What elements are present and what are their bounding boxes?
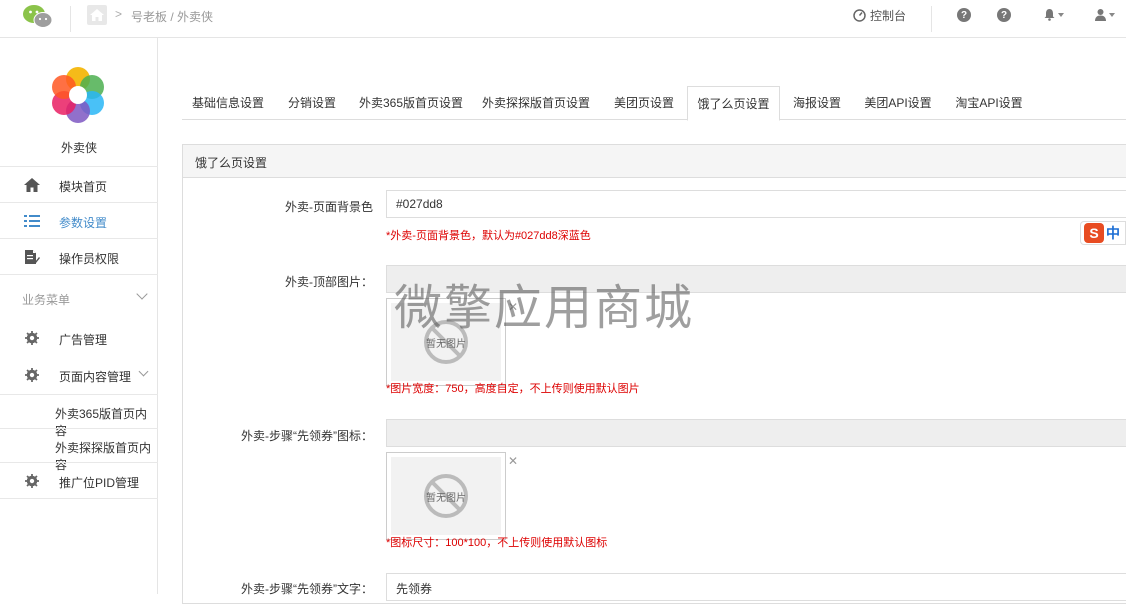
sidebar-item-label: 操作员权限	[59, 252, 120, 266]
user-icon	[1095, 9, 1106, 21]
dashboard-icon	[853, 9, 866, 22]
chevron-down-icon	[1109, 12, 1115, 17]
breadcrumb[interactable]: 号老板 / 外卖侠	[131, 8, 213, 25]
brand-name: 外卖侠	[60, 141, 97, 155]
tab-365-home[interactable]: 外卖365版首页设置	[352, 86, 470, 120]
sidebar-item-label: 推广位PID管理	[59, 476, 140, 490]
help-text: *图标尺寸：100*100，不上传则使用默认图标	[386, 537, 608, 549]
sidebar-subitem-365-content[interactable]: 外卖365版首页内容	[0, 394, 158, 438]
sidebar-item-label: 模块首页	[59, 180, 108, 194]
coupon-text-input[interactable]: 先领券	[386, 573, 1126, 601]
gear-icon	[25, 368, 39, 382]
close-icon[interactable]: ✕	[508, 454, 518, 468]
close-icon[interactable]: ✕	[508, 300, 518, 314]
panel-title: 饿了么页设置	[183, 145, 1126, 178]
sidebar-item-params[interactable]: 参数设置	[0, 202, 158, 238]
bg-color-input[interactable]: #027dd8	[386, 190, 1126, 218]
gear-icon	[25, 474, 39, 488]
field-label: 外卖-页面背景色	[285, 200, 373, 214]
notifications-dropdown[interactable]	[1043, 8, 1064, 21]
brand-logo	[52, 67, 104, 123]
settings-tabs: 基础信息设置 分销设置 外卖365版首页设置 外卖探探版首页设置 美团页设置 饿…	[182, 86, 1126, 121]
sidebar-item-pid-management[interactable]: 推广位PID管理	[0, 462, 158, 498]
field-label: 外卖-步骤“先领券”文字：	[241, 582, 373, 596]
ime-mode-label: 中	[1106, 225, 1120, 241]
tab-meituan-api[interactable]: 美团API设置	[856, 86, 940, 120]
tab-taobao-api[interactable]: 淘宝API设置	[946, 86, 1032, 120]
divider	[931, 6, 932, 32]
tab-poster[interactable]: 海报设置	[784, 86, 850, 120]
sidebar-item-label: 参数设置	[59, 216, 108, 230]
help-text: *图片宽度：750，高度自定，不上传则使用默认图片	[386, 383, 640, 395]
sidebar-item-page-content[interactable]: 页面内容管理	[0, 357, 158, 393]
coupon-icon-input[interactable]	[386, 419, 1126, 447]
console-label: 控制台	[870, 9, 907, 23]
top-image-input[interactable]	[386, 265, 1126, 293]
help-text: *外卖-页面背景色，默认为#027dd8深蓝色	[386, 230, 591, 242]
ime-indicator[interactable]: S 中	[1080, 221, 1126, 245]
sidebar-item-label: 页面内容管理	[59, 370, 132, 384]
sidebar-group-title: 业务菜单	[22, 293, 71, 307]
field-label: 外卖-步骤“先领券”图标：	[241, 429, 373, 443]
chevron-down-icon	[138, 366, 149, 377]
no-image-text: 暂无图片	[426, 339, 466, 350]
tab-meituan-page[interactable]: 美团页设置	[602, 86, 686, 120]
tab-distribution[interactable]: 分销设置	[278, 86, 346, 120]
sidebar-item-ads[interactable]: 广告管理	[0, 320, 158, 356]
top-bar: > 号老板 / 外卖侠 控制台 ? ?	[0, 0, 1126, 38]
chevron-down-icon[interactable]	[136, 288, 148, 300]
sidebar-item-module-home[interactable]: 模块首页	[0, 166, 158, 202]
home-icon	[90, 9, 104, 21]
chevron-down-icon	[1058, 12, 1064, 17]
list-icon	[24, 215, 40, 227]
tab-basic-info[interactable]: 基础信息设置	[182, 86, 274, 120]
bell-icon	[1044, 9, 1055, 21]
console-link[interactable]: 控制台	[853, 7, 906, 24]
sidebar-item-operator-permissions[interactable]: 操作员权限	[0, 238, 158, 274]
breadcrumb-separator: >	[115, 7, 123, 21]
sidebar: 外卖侠 模块首页 参数设置 操作员权限 业务菜单 广告管理 页面内容管理 外卖3…	[0, 38, 158, 594]
wechat-logo-icon[interactable]	[22, 3, 54, 31]
sidebar-subitem-tantan-content[interactable]: 外卖探探版首页内容	[0, 428, 158, 472]
settings-panel: 饿了么页设置 外卖-页面背景色 #027dd8 *外卖-页面背景色，默认为#02…	[182, 144, 1126, 604]
user-dropdown[interactable]	[1094, 8, 1115, 21]
field-label: 外卖-顶部图片：	[285, 275, 373, 289]
tab-eleme-page[interactable]: 饿了么页设置	[687, 86, 780, 121]
no-image-text: 暂无图片	[426, 493, 466, 504]
top-image-preview[interactable]: 暂无图片	[386, 298, 506, 386]
coupon-icon-preview[interactable]: 暂无图片	[386, 452, 506, 540]
divider	[0, 498, 158, 499]
gear-icon	[25, 331, 39, 345]
edit-doc-icon	[25, 250, 40, 264]
sogou-logo-icon: S	[1084, 223, 1104, 243]
tab-tantan-home[interactable]: 外卖探探版首页设置	[476, 86, 596, 120]
home-icon	[24, 178, 40, 192]
divider	[70, 6, 71, 32]
question-icon[interactable]: ?	[997, 8, 1011, 22]
help-icon[interactable]: ?	[957, 8, 971, 22]
sidebar-item-label: 广告管理	[59, 333, 108, 347]
divider	[0, 274, 158, 275]
home-button[interactable]	[87, 5, 107, 25]
